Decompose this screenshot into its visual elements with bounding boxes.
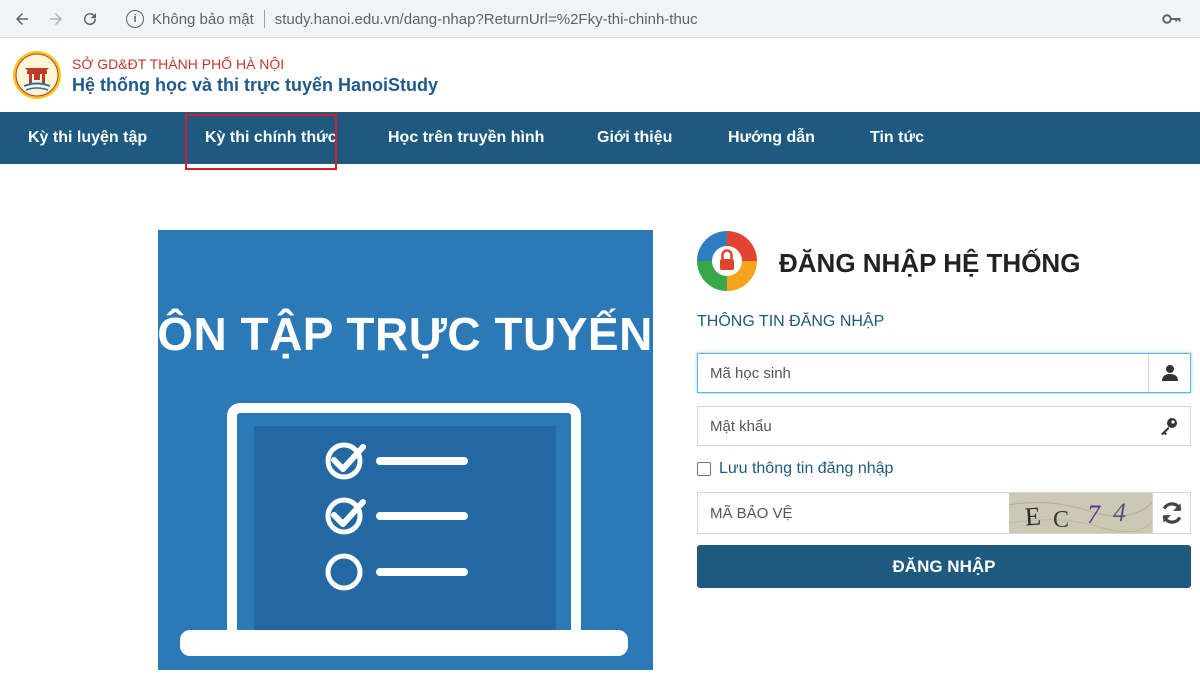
captcha-graphic: E C 7 4 [1009,493,1152,533]
remember-login: Lưu thông tin đăng nhập [697,460,893,478]
url-separator [263,10,265,28]
password-input[interactable] [698,407,1148,445]
security-status: Không bảo mật [152,10,254,28]
captcha-field: E C 7 4 [697,492,1191,534]
reload-button[interactable] [76,5,104,33]
key-icon [1161,418,1177,436]
main-navigation: Kỳ thi luyện tập Kỳ thi chính thức Học t… [0,112,1200,164]
site-header: SỞ GD&ĐT THÀNH PHỐ HÀ NỘI Hệ thống học v… [0,38,1200,112]
nav-item-hoc-tren-truyen-hinh[interactable]: Học trên truyền hình [388,129,544,147]
captcha-char: E [1024,501,1042,531]
user-icon [1161,365,1178,381]
login-title: ĐĂNG NHẬP HỆ THỐNG [779,248,1081,278]
captcha-input[interactable] [698,493,1009,533]
refresh-icon [1161,502,1182,524]
browser-toolbar: i Không bảo mật study.hanoi.edu.vn/dang-… [0,0,1200,38]
login-button[interactable]: ĐĂNG NHẬP [697,545,1191,588]
login-section-label: THÔNG TIN ĐĂNG NHẬP [697,313,885,330]
banner-title: ÔN TẬP TRỰC TUYẾN [158,308,653,360]
student-id-input[interactable] [698,354,1148,392]
key-icon[interactable] [1162,10,1182,28]
banner-image: ÔN TẬP TRỰC TUYẾN [157,230,653,670]
remember-label[interactable]: Lưu thông tin đăng nhập [719,460,893,478]
nav-item-ky-thi-luyen-tap[interactable]: Kỳ thi luyện tập [28,129,147,147]
address-bar[interactable]: i Không bảo mật study.hanoi.edu.vn/dang-… [116,4,1196,34]
captcha-char: C [1053,507,1069,533]
url-text[interactable]: study.hanoi.edu.vn/dang-nhap?ReturnUrl=%… [275,11,698,28]
captcha-char: 7 [1087,500,1101,529]
password-field [697,406,1191,446]
reload-icon [84,12,97,25]
remember-checkbox[interactable] [697,462,711,476]
laptop-screen [254,426,556,632]
org-name: SỞ GD&ĐT THÀNH PHỐ HÀ NỘI [72,56,285,72]
nav-item-gioi-thieu[interactable]: Giới thiệu [597,129,672,147]
arrow-left-icon [16,12,28,25]
site-name[interactable]: Hệ thống học và thi trực tuyến HanoiStud… [72,75,438,96]
login-lock-logo-icon [697,231,757,291]
arrow-right-icon [50,12,62,25]
back-button[interactable] [8,5,36,33]
laptop-base [180,630,628,656]
student-id-addon [1148,354,1190,392]
password-addon [1148,407,1190,445]
info-icon[interactable]: i [126,10,144,28]
captcha-image: E C 7 4 [1009,493,1152,533]
banner-illustration: ÔN TẬP TRỰC TUYẾN [157,230,653,670]
forward-button[interactable] [42,5,70,33]
nav-item-huong-dan[interactable]: Hướng dẫn [728,129,815,147]
hanoi-logo[interactable] [12,50,62,100]
nav-item-tin-tuc[interactable]: Tin tức [870,129,924,147]
captcha-char: 4 [1113,498,1126,527]
nav-highlight-box [185,114,337,170]
captcha-refresh-button[interactable] [1152,493,1190,533]
student-id-field [697,353,1191,393]
